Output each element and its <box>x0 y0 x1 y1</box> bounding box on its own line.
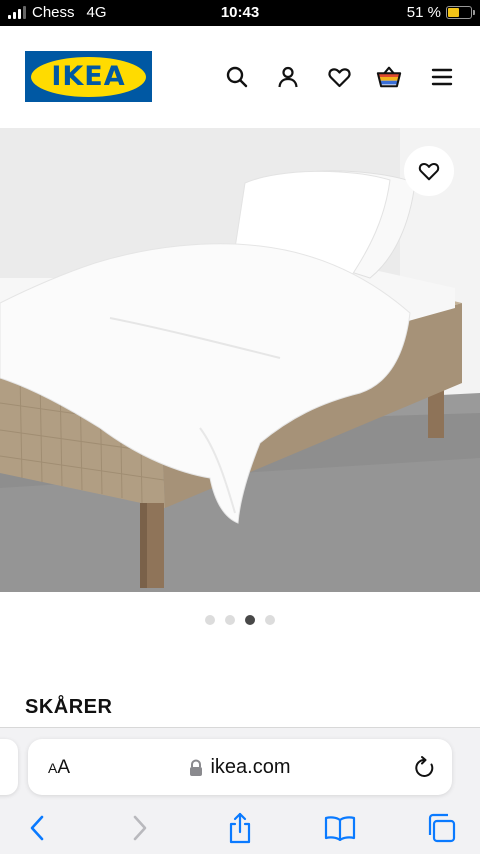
forward-icon[interactable] <box>123 811 157 845</box>
carousel-dot[interactable] <box>245 615 255 625</box>
previous-tab-preview[interactable] <box>0 739 18 795</box>
save-favorite-button[interactable] <box>404 146 454 196</box>
lock-icon <box>190 758 203 776</box>
battery-percent: 51 % <box>406 4 441 21</box>
heart-icon[interactable] <box>326 64 352 90</box>
menu-icon[interactable] <box>429 64 455 90</box>
user-icon[interactable] <box>275 64 301 90</box>
product-name: SKÅRER <box>25 696 113 718</box>
status-bar: Chess 4G 10:43 51 % <box>0 0 480 26</box>
url-text: ikea.com <box>210 756 291 778</box>
carousel-dot[interactable] <box>205 615 215 625</box>
heart-icon <box>418 163 440 181</box>
battery-icon <box>446 6 475 19</box>
site-header: IKEA <box>0 26 480 128</box>
logo-wordmark: IKEA <box>51 61 126 92</box>
browser-toolbar: AA ikea.com <box>0 727 480 854</box>
search-icon[interactable] <box>224 64 250 90</box>
reload-icon[interactable] <box>414 755 436 784</box>
bookmarks-icon[interactable] <box>323 811 357 845</box>
share-icon[interactable] <box>223 811 257 845</box>
carousel-dot[interactable] <box>265 615 275 625</box>
back-icon[interactable] <box>20 811 54 845</box>
bed-photo <box>0 128 480 592</box>
carousel-indicator[interactable] <box>0 615 480 625</box>
product-image[interactable] <box>0 128 480 592</box>
carousel-dot[interactable] <box>225 615 235 625</box>
ikea-logo[interactable]: IKEA <box>25 51 152 102</box>
tabs-icon[interactable] <box>424 811 458 845</box>
basket-icon[interactable] <box>376 64 402 90</box>
address-bar[interactable]: AA ikea.com <box>28 739 452 795</box>
